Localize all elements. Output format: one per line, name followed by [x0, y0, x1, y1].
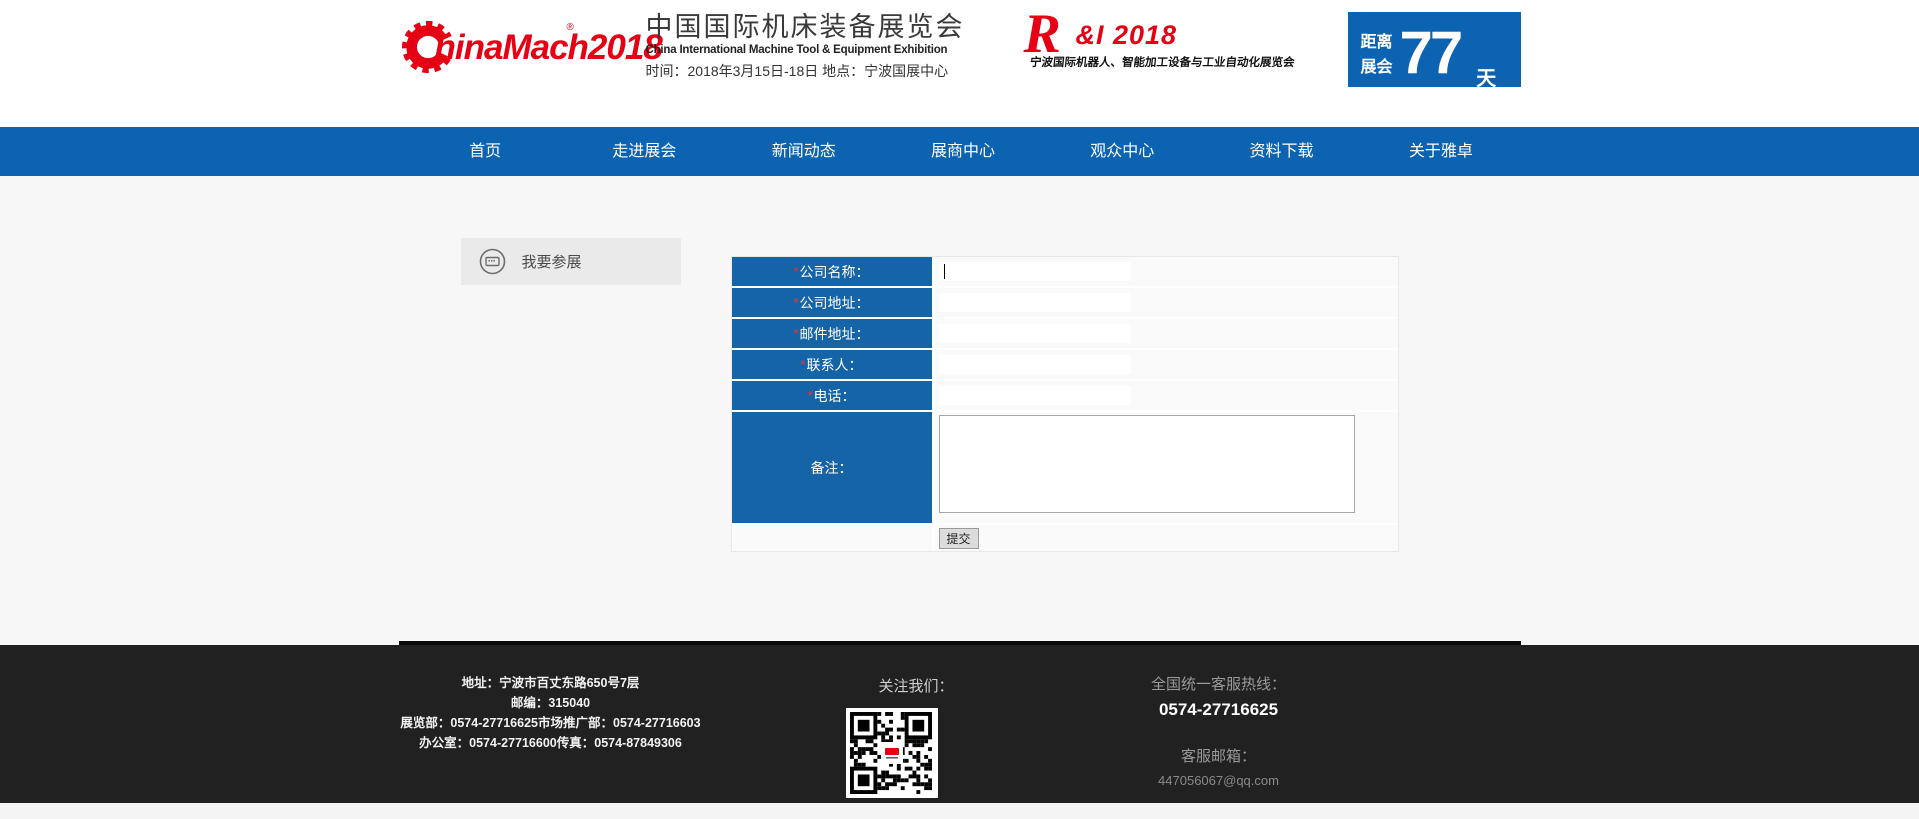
remarks-label: 备注：	[732, 412, 932, 523]
rni-logo-year: &I 2018	[1076, 20, 1178, 51]
nav-item-news[interactable]: 新闻动态	[724, 127, 883, 176]
exhibition-title-cn: 中国国际机床装备展览会	[646, 12, 976, 42]
company-name-label: *公司名称：	[732, 257, 932, 286]
submit-button[interactable]: 提交	[939, 528, 979, 549]
chinamach-logo: hinaMach2018 ®	[399, 16, 599, 86]
registered-mark: ®	[567, 22, 574, 33]
sidebar-item-label: 我要参展	[522, 251, 582, 272]
footer-address: 地址：宁波市百丈东路650号7层	[399, 673, 703, 693]
rni-logo-subtitle: 宁波国际机器人、智能加工设备与工业自动化展览会	[1029, 54, 1295, 70]
email-address-label: *邮件地址：	[732, 319, 932, 348]
follow-us-label: 关注我们：	[879, 675, 954, 696]
countdown-days: 77	[1400, 25, 1461, 87]
phone-input[interactable]	[939, 386, 1131, 405]
exhibition-title-en: China International Machine Tool & Equip…	[646, 44, 976, 56]
phone-label: *电话：	[732, 381, 932, 410]
nav-item-home[interactable]: 首页	[406, 127, 565, 176]
company-address-label: *公司地址：	[732, 288, 932, 317]
sidebar-item-join-exhibition[interactable]: 我要参展	[461, 238, 681, 285]
nav-item-about-yazhuo[interactable]: 关于雅卓	[1361, 127, 1520, 176]
qr-code	[846, 708, 938, 798]
company-name-input[interactable]	[939, 262, 1131, 281]
contact-person-input[interactable]	[939, 355, 1131, 374]
footer-contact-block: 地址：宁波市百丈东路650号7层 邮编：315040 展览部：0574-2771…	[399, 673, 703, 753]
page-footer: 地址：宁波市百丈东路650号7层 邮编：315040 展览部：0574-2771…	[0, 645, 1919, 803]
company-address-input[interactable]	[939, 293, 1131, 312]
page-bottom-strip	[0, 803, 1919, 819]
service-email: 447056067@qq.com	[1099, 773, 1339, 788]
footer-office-fax: 办公室：0574-27716600传真：0574-87849306	[399, 733, 703, 753]
text-caret	[944, 264, 945, 279]
nav-item-about-exhibition[interactable]: 走进展会	[565, 127, 724, 176]
nav-item-exhibitor-center[interactable]: 展商中心	[883, 127, 1042, 176]
logo-brand-text: hinaMach2018	[435, 28, 662, 68]
countdown-box: 距离 展会 77 天	[1348, 12, 1521, 87]
contact-person-label: *联系人：	[732, 350, 932, 379]
service-email-label: 客服邮箱：	[1099, 745, 1339, 766]
footer-postcode: 邮编：315040	[399, 693, 703, 713]
hotline-label: 全国统一客服热线：	[1099, 673, 1339, 694]
countdown-prefix: 距离 展会	[1361, 30, 1393, 87]
page-header: hinaMach2018 ® 中国国际机床装备展览会 China Interna…	[0, 0, 1919, 127]
exhibition-title-block: 中国国际机床装备展览会 China International Machine …	[646, 12, 976, 81]
remarks-textarea[interactable]	[939, 415, 1355, 513]
main-content: 我要参展 *公司名称： *公司地址： *邮件地址： *联系人： *电话：	[0, 176, 1919, 641]
rni-logo: R &I 2018 宁波国际机器人、智能加工设备与工业自动化展览会	[1024, 10, 1274, 80]
footer-dept-phones: 展览部：0574-27716625市场推广部：0574-27716603	[399, 713, 703, 733]
nav-item-visitor-center[interactable]: 观众中心	[1043, 127, 1202, 176]
main-nav: 首页 走进展会 新闻动态 展商中心 观众中心 资料下载 关于雅卓	[0, 127, 1919, 176]
countdown-unit: 天	[1476, 62, 1496, 87]
badge-card-icon	[479, 248, 506, 275]
exhibition-date-venue: 时间：2018年3月15日-18日 地点：宁波国展中心	[646, 61, 976, 81]
nav-item-downloads[interactable]: 资料下载	[1202, 127, 1361, 176]
email-address-input[interactable]	[939, 324, 1131, 343]
exhibitor-enroll-form: *公司名称： *公司地址： *邮件地址： *联系人： *电话： 备注：	[731, 256, 1399, 552]
footer-hotline-block: 全国统一客服热线： 0574-27716625 客服邮箱： 447056067@…	[1099, 673, 1339, 788]
hotline-number: 0574-27716625	[1099, 700, 1339, 720]
